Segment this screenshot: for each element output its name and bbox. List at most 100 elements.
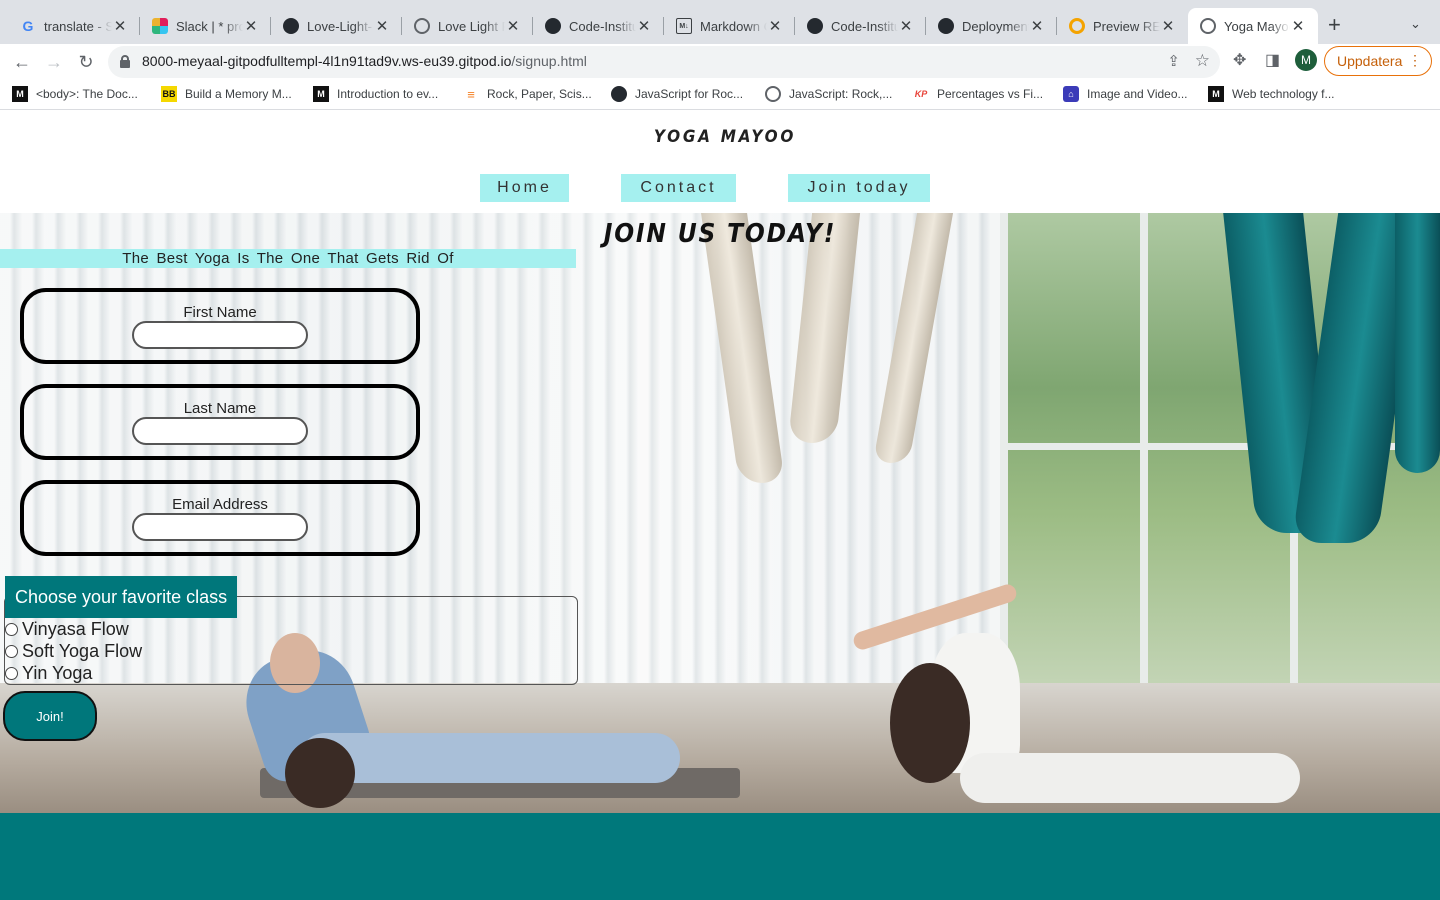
class-legend: Choose your favorite class bbox=[5, 576, 238, 618]
close-tab-icon[interactable]: ✕ bbox=[374, 17, 390, 35]
first-name-input[interactable] bbox=[132, 321, 308, 349]
bookmark-item[interactable]: ≡ Rock, Paper, Scis... bbox=[463, 86, 592, 102]
bookmark-label: Web technology f... bbox=[1232, 87, 1335, 101]
nav-link-contact[interactable]: Contact bbox=[621, 174, 736, 202]
bb-icon: BB bbox=[161, 86, 177, 102]
tab-title: Markdown Cheatsheet bbox=[700, 18, 767, 34]
back-arrow-icon[interactable]: ← bbox=[9, 49, 35, 75]
join-submit-button[interactable]: Join! bbox=[3, 691, 97, 741]
lock-icon[interactable] bbox=[120, 55, 130, 68]
site-footer bbox=[0, 813, 1440, 900]
tab-title: Deployment bbox=[962, 18, 1029, 34]
browser-tab[interactable]: G translate - Sök ✕ bbox=[8, 8, 140, 44]
markdown-icon: M↓ bbox=[676, 18, 692, 34]
close-tab-icon[interactable]: ✕ bbox=[636, 17, 652, 35]
radio-soft-yoga-flow[interactable]: Soft Yoga Flow bbox=[5, 641, 142, 662]
radio-vinyasa-flow[interactable]: Vinyasa Flow bbox=[5, 619, 129, 640]
browser-tab[interactable]: Code-Institute ✕ bbox=[795, 8, 926, 44]
image-host-icon: ⌂ bbox=[1063, 86, 1079, 102]
update-button[interactable]: Uppdatera ⋮ bbox=[1324, 46, 1432, 76]
kp-icon: KP bbox=[914, 89, 928, 99]
tab-title: Preview README bbox=[1093, 18, 1160, 34]
browser-tab-strip: G translate - Sök ✕ Slack | * project ✕ … bbox=[0, 0, 1440, 44]
browser-tab[interactable]: Code-Institute ✕ bbox=[533, 8, 664, 44]
stackoverflow-icon: ≡ bbox=[467, 86, 475, 102]
page-content: YOGA MAYOO Home Contact Join today JOIN bbox=[0, 111, 1440, 900]
radio-button[interactable] bbox=[5, 667, 18, 680]
bookmark-star-icon[interactable]: ☆ bbox=[1195, 51, 1210, 71]
email-label: Email Address bbox=[172, 496, 268, 513]
address-bar[interactable]: 8000-meyaal-gitpodfulltempl-4l1n91tad9v.… bbox=[108, 46, 1220, 78]
first-name-label: First Name bbox=[183, 304, 257, 321]
bookmark-label: Introduction to ev... bbox=[337, 87, 439, 101]
close-tab-icon[interactable]: ✕ bbox=[1290, 17, 1306, 35]
site-logo[interactable]: YOGA MAYOO bbox=[73, 127, 1378, 147]
url-path: /signup.html bbox=[511, 53, 587, 69]
side-panel-icon[interactable]: ◨ bbox=[1265, 50, 1280, 70]
radio-label: Yin Yoga bbox=[22, 663, 93, 683]
browser-tab[interactable]: Preview README ✕ bbox=[1057, 8, 1188, 44]
bookmark-item[interactable]: M Web technology f... bbox=[1208, 86, 1335, 102]
email-input[interactable] bbox=[132, 513, 308, 541]
bookmark-label: Percentages vs Fi... bbox=[937, 87, 1044, 101]
mdn-icon: M bbox=[313, 86, 329, 102]
profile-avatar[interactable]: M bbox=[1295, 49, 1317, 71]
tab-title: translate - Sök bbox=[44, 18, 112, 34]
url-text[interactable]: 8000-meyaal-gitpodfulltempl-4l1n91tad9v.… bbox=[142, 53, 587, 69]
tab-title: Yoga Mayoo bbox=[1224, 18, 1290, 34]
bookmark-label: Rock, Paper, Scis... bbox=[487, 87, 592, 101]
nav-link-home[interactable]: Home bbox=[480, 174, 569, 202]
radio-label: Soft Yoga Flow bbox=[22, 641, 143, 661]
browser-tab[interactable]: Deployment ✕ bbox=[926, 8, 1057, 44]
bookmark-item[interactable]: ⌂ Image and Video... bbox=[1063, 86, 1188, 102]
nav-link-join-today[interactable]: Join today bbox=[788, 174, 930, 202]
reload-icon[interactable]: ↻ bbox=[73, 49, 99, 75]
bookmark-item[interactable]: JavaScript: Rock,... bbox=[765, 86, 892, 102]
forward-arrow-icon[interactable]: → bbox=[41, 49, 67, 75]
google-icon: G bbox=[22, 18, 34, 34]
close-tab-icon[interactable]: ✕ bbox=[898, 17, 914, 35]
new-tab-icon[interactable]: + bbox=[1328, 12, 1341, 38]
tab-title: Slack | * project bbox=[176, 18, 243, 34]
globe-icon bbox=[1200, 18, 1216, 34]
share-icon[interactable]: ⇪ bbox=[1167, 52, 1180, 70]
page-title: JOIN US TODAY! bbox=[603, 219, 837, 249]
mdn-icon: M bbox=[1208, 86, 1224, 102]
bookmark-item[interactable]: M <body>: The Doc... bbox=[12, 86, 138, 102]
github-icon bbox=[938, 18, 954, 34]
browser-tab[interactable]: Love-Light- ✕ bbox=[271, 8, 402, 44]
bookmark-item[interactable]: JavaScript for Roc... bbox=[611, 86, 743, 102]
extensions-puzzle-icon[interactable]: ✥ bbox=[1233, 50, 1246, 70]
browser-tab[interactable]: Love Light Pilates ✕ bbox=[402, 8, 533, 44]
close-tab-icon[interactable]: ✕ bbox=[243, 17, 259, 35]
more-menu-icon[interactable]: ⋮ bbox=[1408, 52, 1422, 69]
last-name-input[interactable] bbox=[132, 417, 308, 445]
browser-tab[interactable]: Slack | * project ✕ bbox=[140, 8, 271, 44]
bookmark-item[interactable]: BB Build a Memory M... bbox=[161, 86, 292, 102]
radio-button[interactable] bbox=[5, 623, 18, 636]
bookmark-item[interactable]: KP Percentages vs Fi... bbox=[913, 86, 1043, 102]
browser-tab-active[interactable]: Yoga Mayoo ✕ bbox=[1188, 8, 1318, 44]
preview-icon bbox=[1069, 18, 1085, 34]
bookmark-label: JavaScript for Roc... bbox=[635, 87, 744, 101]
url-host: 8000-meyaal-gitpodfulltempl-4l1n91tad9v.… bbox=[142, 53, 512, 69]
tab-search-chevron-icon[interactable]: ⌄ bbox=[1410, 16, 1421, 32]
tab-title: Code-Institute bbox=[831, 18, 898, 34]
radio-yin-yoga[interactable]: Yin Yoga bbox=[5, 663, 92, 684]
github-icon bbox=[611, 86, 627, 102]
close-tab-icon[interactable]: ✕ bbox=[112, 17, 128, 35]
close-tab-icon[interactable]: ✕ bbox=[1029, 17, 1045, 35]
close-tab-icon[interactable]: ✕ bbox=[505, 17, 521, 35]
update-label: Uppdatera bbox=[1337, 53, 1403, 69]
radio-button[interactable] bbox=[5, 645, 18, 658]
browser-tab[interactable]: M↓ Markdown Cheatsheet ✕ bbox=[664, 8, 795, 44]
last-name-group: Last Name bbox=[20, 384, 420, 460]
bookmark-item[interactable]: M Introduction to ev... bbox=[313, 86, 438, 102]
close-tab-icon[interactable]: ✕ bbox=[767, 17, 783, 35]
tab-title: Code-Institute bbox=[569, 18, 636, 34]
tab-title: Love-Light- bbox=[307, 18, 373, 34]
last-name-label: Last Name bbox=[183, 400, 257, 417]
radio-label: Vinyasa Flow bbox=[22, 619, 129, 639]
close-tab-icon[interactable]: ✕ bbox=[1160, 17, 1176, 35]
tagline: The Best Yoga Is The One That Gets Rid O… bbox=[0, 249, 576, 268]
